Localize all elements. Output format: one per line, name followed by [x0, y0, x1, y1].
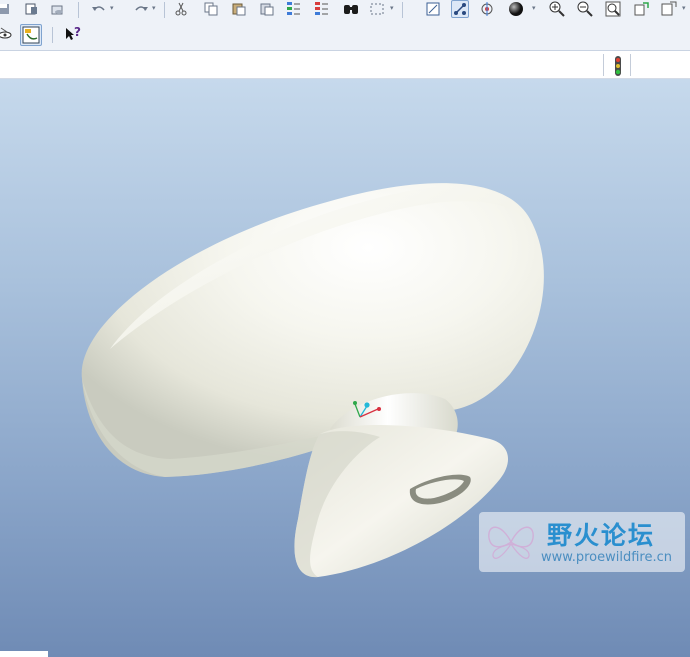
undo-icon[interactable]	[90, 0, 108, 18]
cut-icon[interactable]	[172, 0, 190, 18]
window-edge	[0, 651, 48, 657]
watermark-title: 野火论坛	[547, 521, 656, 550]
secondary-toolbar: ?	[0, 20, 690, 51]
orient-mode-icon[interactable]	[451, 0, 469, 18]
selection-box-icon[interactable]	[368, 0, 386, 18]
find-icon[interactable]	[342, 0, 360, 18]
layer-visibility-icon[interactable]	[0, 25, 14, 43]
copy-icon[interactable]	[202, 0, 220, 18]
reorient-icon[interactable]	[632, 0, 650, 18]
spin-center-icon[interactable]	[478, 0, 496, 18]
repaint-icon[interactable]	[424, 0, 442, 18]
butterfly-logo-icon	[488, 526, 534, 559]
save-icon[interactable]	[0, 0, 12, 18]
print-icon[interactable]	[22, 0, 40, 18]
display-style-icon[interactable]	[507, 0, 525, 18]
forum-watermark: 野火论坛 www.proewildfire.cn	[479, 512, 685, 572]
refit-icon[interactable]	[604, 0, 622, 18]
paste-special-icon[interactable]	[258, 0, 276, 18]
zoom-in-icon[interactable]	[548, 0, 566, 18]
zoom-out-icon[interactable]	[576, 0, 594, 18]
regenerate-manager-icon[interactable]	[312, 0, 330, 18]
main-toolbar: ▾ ▾ ▾ ▾ ▾	[0, 0, 690, 20]
traffic-light-icon[interactable]	[609, 55, 627, 77]
watermark-url: www.proewildfire.cn	[541, 550, 672, 565]
context-help-icon[interactable]: ?	[62, 25, 84, 43]
redo-icon[interactable]	[132, 0, 150, 18]
context-help-label: ?	[74, 25, 81, 39]
email-icon[interactable]	[48, 0, 66, 18]
paste-icon[interactable]	[230, 0, 248, 18]
status-strip	[0, 51, 690, 79]
saved-views-icon[interactable]	[660, 0, 678, 18]
model-tree-toggle-icon[interactable]	[20, 24, 42, 46]
regenerate-icon[interactable]	[284, 0, 302, 18]
